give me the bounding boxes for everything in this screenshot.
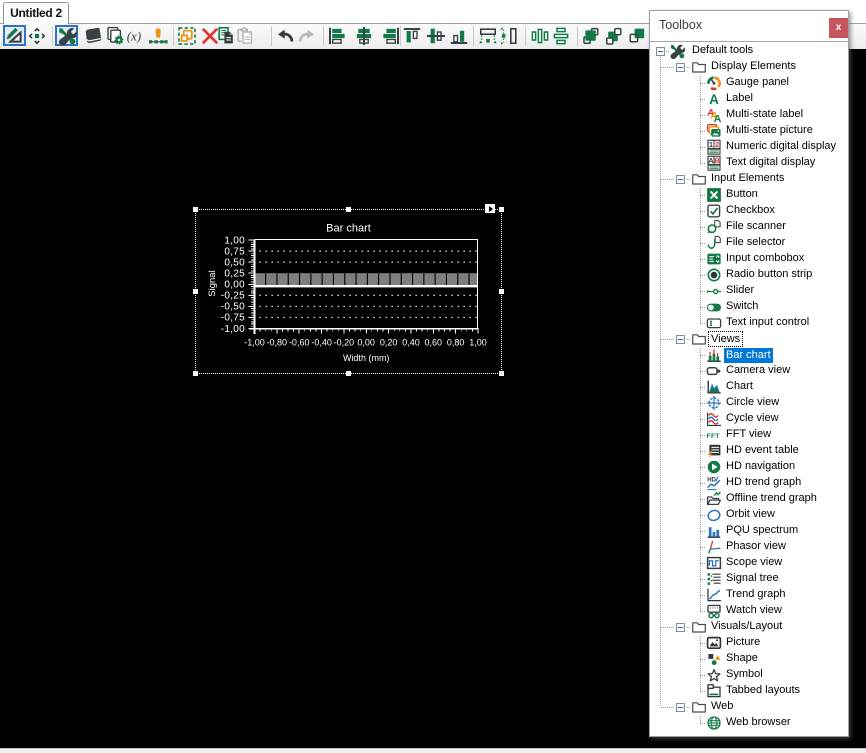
svg-text:A: A [714, 113, 722, 123]
svg-text:B: B [714, 156, 720, 165]
svg-text:1: 1 [709, 140, 713, 149]
svg-text:2: 2 [715, 140, 719, 149]
svg-text:A: A [709, 92, 719, 107]
svg-text:(x): (x) [127, 29, 141, 44]
svg-text:FFT: FFT [707, 433, 721, 440]
svg-text:HD: HD [707, 477, 716, 483]
